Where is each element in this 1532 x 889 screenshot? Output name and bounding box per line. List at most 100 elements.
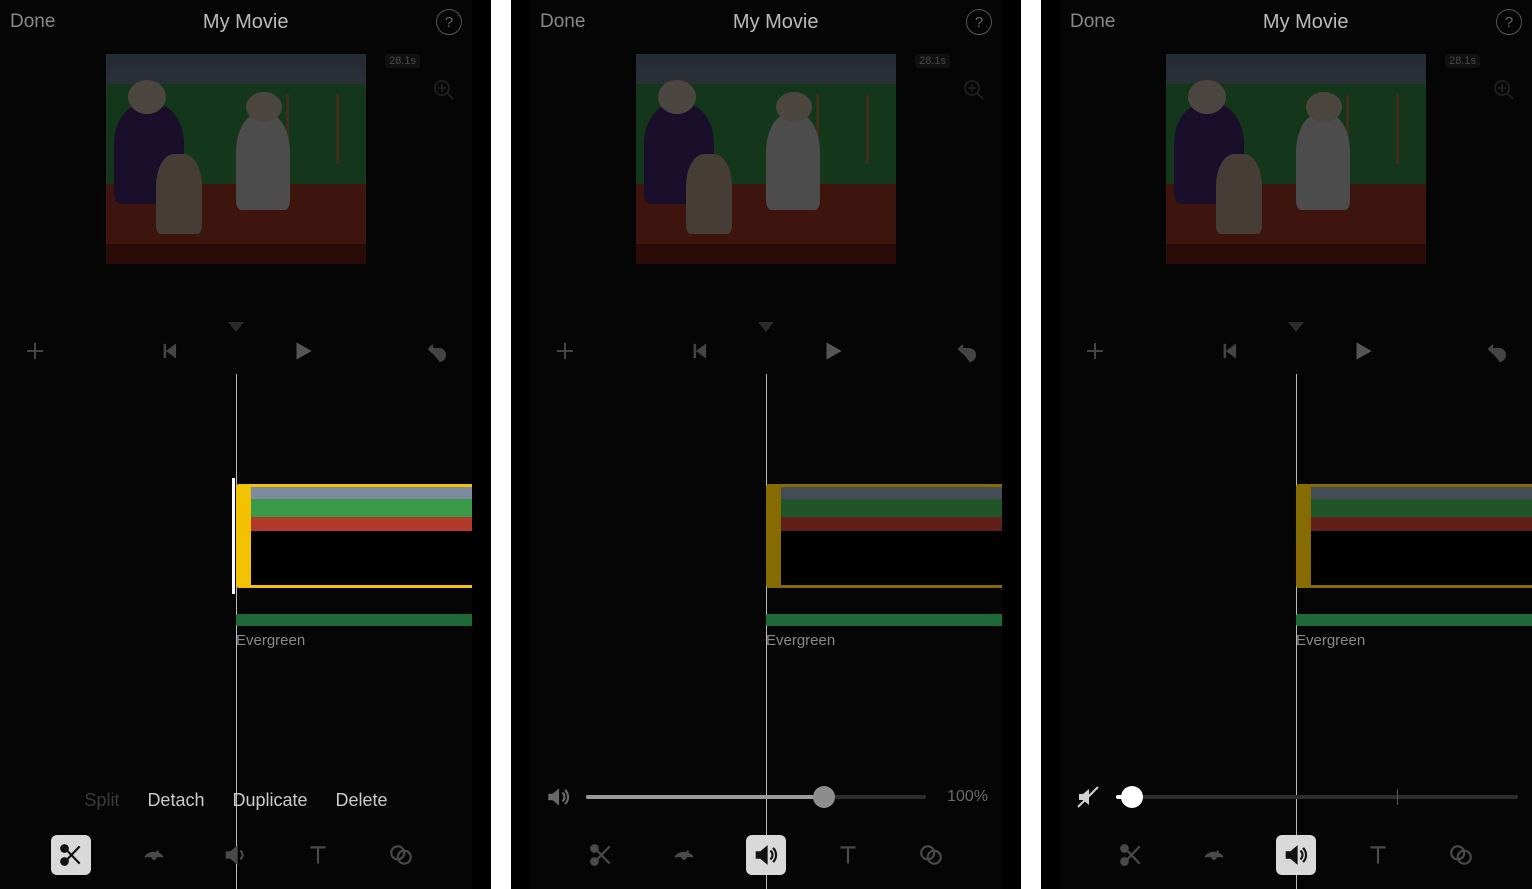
- screen-edit-actions: Done My Movie ? 28.1s: [0, 0, 472, 889]
- volume-row: [1074, 783, 1518, 811]
- volume-slider[interactable]: [586, 795, 926, 799]
- skip-start-button[interactable]: [686, 338, 712, 364]
- clip-handle-left[interactable]: [1299, 487, 1311, 585]
- video-clip[interactable]: [766, 484, 1002, 588]
- transport-bar: [530, 328, 1002, 374]
- zoom-icon[interactable]: [1492, 78, 1518, 104]
- volume-default-tick: [1397, 789, 1398, 805]
- audio-row: Evergreen: [1296, 614, 1532, 649]
- volume-slider-knob[interactable]: [1121, 786, 1143, 808]
- scissors-tab[interactable]: [581, 835, 621, 875]
- text-tab[interactable]: [828, 835, 868, 875]
- help-icon[interactable]: ?: [966, 9, 992, 35]
- add-media-button[interactable]: [1082, 338, 1108, 364]
- undo-button[interactable]: [1484, 338, 1510, 364]
- text-tab[interactable]: [298, 835, 338, 875]
- scissors-tab[interactable]: [1111, 835, 1151, 875]
- clip-handle-left[interactable]: [769, 487, 781, 585]
- speed-tab[interactable]: [1194, 835, 1234, 875]
- play-button[interactable]: [1350, 338, 1376, 364]
- video-clip[interactable]: [1296, 484, 1532, 588]
- volume-tab[interactable]: [746, 835, 786, 875]
- duration-badge: 28.1s: [1445, 54, 1480, 68]
- playhead-marker-icon: [1288, 322, 1304, 332]
- video-clip-row: [766, 484, 1002, 588]
- clip-handle-left[interactable]: [239, 487, 251, 585]
- header: Done My Movie ?: [1060, 0, 1532, 44]
- filters-tab[interactable]: [381, 835, 421, 875]
- audio-clip-label: Evergreen: [236, 632, 472, 649]
- tool-tabbar: [0, 835, 472, 875]
- preview-frame[interactable]: [1166, 54, 1426, 264]
- audio-row: Evergreen: [766, 614, 1002, 649]
- undo-button[interactable]: [424, 338, 450, 364]
- audio-clip[interactable]: [766, 614, 1002, 626]
- header: Done My Movie ?: [530, 0, 1002, 44]
- text-tab[interactable]: [1358, 835, 1398, 875]
- audio-row: Evergreen: [236, 614, 472, 649]
- add-media-button[interactable]: [552, 338, 578, 364]
- video-clip-row: [1296, 484, 1532, 588]
- duration-badge: 28.1s: [385, 54, 420, 68]
- skip-start-button[interactable]: [1216, 338, 1242, 364]
- volume-slider[interactable]: [1116, 795, 1518, 799]
- done-button[interactable]: Done: [1070, 11, 1115, 33]
- volume-tab[interactable]: [1276, 835, 1316, 875]
- help-icon[interactable]: ?: [436, 9, 462, 35]
- speed-tab[interactable]: [664, 835, 704, 875]
- preview-area: 28.1s: [1060, 44, 1532, 334]
- volume-percent-label: 100%: [940, 788, 988, 806]
- project-title: My Movie: [733, 11, 819, 34]
- delete-action[interactable]: Delete: [336, 790, 388, 811]
- edit-actions-row: Split Detach Duplicate Delete: [0, 790, 472, 811]
- skip-start-button[interactable]: [156, 338, 182, 364]
- audio-clip-label: Evergreen: [1296, 632, 1532, 649]
- split-action[interactable]: Split: [84, 790, 119, 811]
- audio-clip[interactable]: [236, 614, 472, 626]
- detach-action[interactable]: Detach: [147, 790, 204, 811]
- video-clip[interactable]: [236, 484, 472, 588]
- screen-volume-muted: Done My Movie ? 28.1s Ev: [1060, 0, 1532, 889]
- timeline[interactable]: Evergreen 100%: [530, 374, 1002, 889]
- tool-tabbar: [1060, 835, 1532, 875]
- playhead-marker-icon: [758, 322, 774, 332]
- preview-frame[interactable]: [636, 54, 896, 264]
- filters-tab[interactable]: [911, 835, 951, 875]
- volume-icon[interactable]: [544, 783, 572, 811]
- volume-slider-knob[interactable]: [813, 786, 835, 808]
- audio-clip[interactable]: [1296, 614, 1532, 626]
- zoom-icon[interactable]: [962, 78, 988, 104]
- volume-tab[interactable]: [216, 835, 256, 875]
- timeline[interactable]: Evergreen: [1060, 374, 1532, 889]
- transport-bar: [0, 328, 472, 374]
- zoom-icon[interactable]: [432, 78, 458, 104]
- mute-icon[interactable]: [1074, 783, 1102, 811]
- project-title: My Movie: [203, 11, 289, 34]
- video-clip-row: [236, 484, 472, 588]
- playhead-marker-icon: [228, 322, 244, 332]
- filters-tab[interactable]: [1441, 835, 1481, 875]
- audio-clip-label: Evergreen: [766, 632, 1002, 649]
- play-button[interactable]: [820, 338, 846, 364]
- duration-badge: 28.1s: [915, 54, 950, 68]
- preview-frame[interactable]: [106, 54, 366, 264]
- help-icon[interactable]: ?: [1496, 9, 1522, 35]
- timeline[interactable]: Evergreen Split Detach Duplicate Delete: [0, 374, 472, 889]
- volume-slider-fill: [586, 795, 824, 799]
- clip-trim-handle-left[interactable]: [232, 478, 235, 594]
- speed-tab[interactable]: [134, 835, 174, 875]
- done-button[interactable]: Done: [540, 11, 585, 33]
- tool-tabbar: [530, 835, 1002, 875]
- screen-volume-100: Done My Movie ? 28.1s Ev: [530, 0, 1002, 889]
- scissors-tab[interactable]: [51, 835, 91, 875]
- preview-area: 28.1s: [530, 44, 1002, 334]
- project-title: My Movie: [1263, 11, 1349, 34]
- duplicate-action[interactable]: Duplicate: [232, 790, 307, 811]
- volume-row: 100%: [544, 783, 988, 811]
- add-media-button[interactable]: [22, 338, 48, 364]
- undo-button[interactable]: [954, 338, 980, 364]
- preview-area: 28.1s: [0, 44, 472, 334]
- header: Done My Movie ?: [0, 0, 472, 44]
- play-button[interactable]: [290, 338, 316, 364]
- done-button[interactable]: Done: [10, 11, 55, 33]
